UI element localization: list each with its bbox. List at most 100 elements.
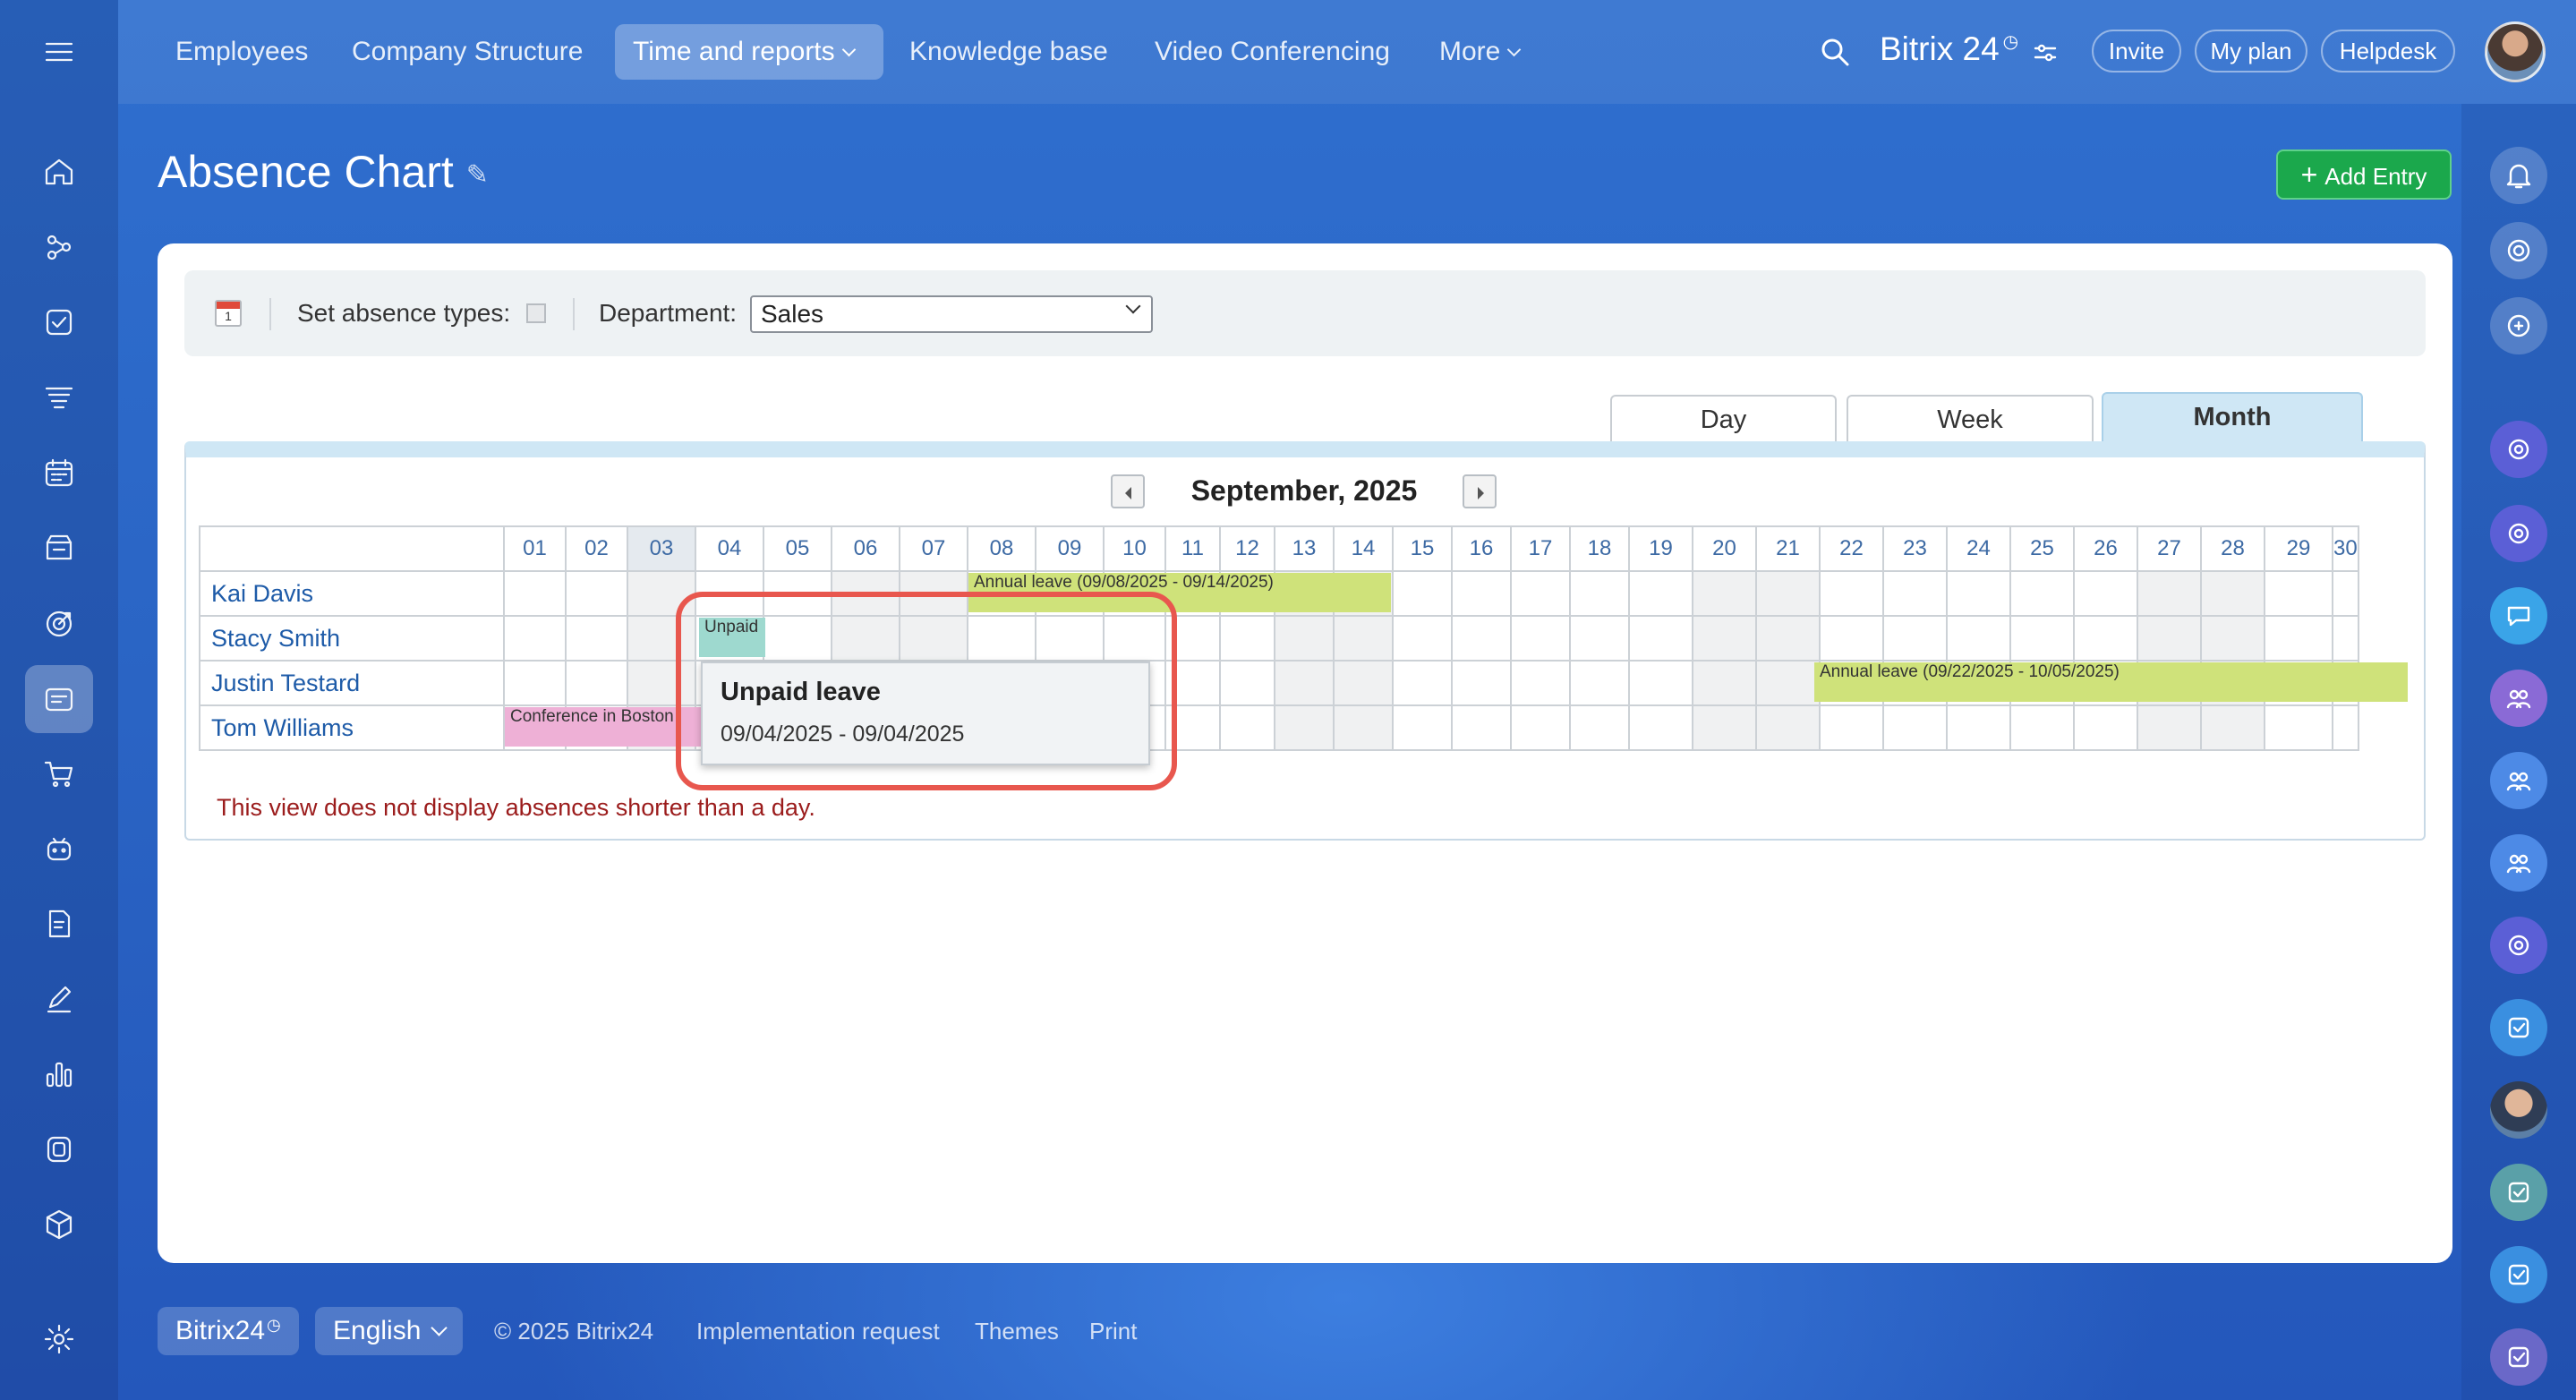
day-cell[interactable]: [1882, 615, 1948, 662]
day-cell[interactable]: [1569, 570, 1630, 617]
footer-print-link[interactable]: Print: [1089, 1318, 1137, 1345]
day-cell[interactable]: [1333, 660, 1394, 706]
copilot-icon[interactable]: [2490, 222, 2547, 279]
day-cell[interactable]: [2137, 704, 2202, 751]
day-cell[interactable]: [1569, 704, 1630, 751]
day-cell[interactable]: [1628, 704, 1693, 751]
day-cell[interactable]: [1692, 615, 1757, 662]
day-cell[interactable]: [2137, 615, 2202, 662]
day-cell[interactable]: [503, 570, 567, 617]
task-chat-icon[interactable]: [2490, 1328, 2547, 1386]
day-cell[interactable]: [1628, 615, 1693, 662]
department-select[interactable]: Sales: [750, 295, 1153, 333]
group-chat-icon[interactable]: [2490, 670, 2547, 727]
documents-icon[interactable]: [32, 897, 86, 951]
day-cell[interactable]: [2200, 615, 2265, 662]
day-cell[interactable]: [1392, 615, 1453, 662]
day-cell[interactable]: [1451, 615, 1512, 662]
invite-button[interactable]: Invite: [2092, 30, 2181, 73]
marketplace-icon[interactable]: [32, 1198, 86, 1251]
day-cell[interactable]: [1451, 660, 1512, 706]
day-cell[interactable]: [1569, 660, 1630, 706]
day-cell[interactable]: [1392, 570, 1453, 617]
day-cell[interactable]: [565, 660, 628, 706]
day-cell[interactable]: [2073, 615, 2138, 662]
group-chat-icon[interactable]: [2490, 834, 2547, 892]
settings-icon[interactable]: [32, 1312, 86, 1366]
day-cell[interactable]: [565, 570, 628, 617]
day-cell[interactable]: [2200, 704, 2265, 751]
footer-implementation-link[interactable]: Implementation request: [696, 1318, 940, 1345]
user-avatar[interactable]: [2490, 1081, 2547, 1139]
calendar-picker-icon[interactable]: 1: [215, 300, 242, 327]
day-cell[interactable]: [1274, 660, 1335, 706]
next-month-button[interactable]: [1463, 474, 1497, 508]
day-cell[interactable]: [2073, 570, 2138, 617]
day-cell[interactable]: [1692, 660, 1757, 706]
avatar[interactable]: [2485, 21, 2546, 82]
day-cell[interactable]: [1946, 704, 2011, 751]
notifications-icon[interactable]: [2490, 147, 2547, 204]
day-cell[interactable]: [1819, 704, 1884, 751]
day-cell[interactable]: [1392, 660, 1453, 706]
day-cell[interactable]: [1755, 704, 1821, 751]
absence-bar[interactable]: Conference in Boston: [505, 707, 701, 747]
day-cell[interactable]: [1333, 704, 1394, 751]
prev-month-button[interactable]: [1111, 474, 1145, 508]
contact-center-icon[interactable]: [32, 1123, 86, 1176]
time-reports-icon[interactable]: [25, 665, 93, 733]
my-plan-button[interactable]: My plan: [2195, 30, 2307, 73]
day-cell[interactable]: [1819, 615, 1884, 662]
day-cell[interactable]: [1219, 615, 1275, 662]
chat-copilot-icon[interactable]: [2490, 917, 2547, 974]
day-cell[interactable]: [1451, 704, 1512, 751]
day-cell[interactable]: [1510, 615, 1571, 662]
pin-icon[interactable]: ✎: [466, 160, 489, 190]
day-cell[interactable]: [2200, 570, 2265, 617]
shop-icon[interactable]: [32, 747, 86, 800]
day-cell[interactable]: [1882, 704, 1948, 751]
day-cell[interactable]: [1274, 615, 1335, 662]
day-cell[interactable]: [1946, 615, 2011, 662]
day-cell[interactable]: [503, 615, 567, 662]
task-chat-icon[interactable]: [2490, 1246, 2547, 1303]
day-cell[interactable]: [1755, 570, 1821, 617]
language-selector[interactable]: English: [315, 1307, 464, 1355]
day-cell[interactable]: [1755, 660, 1821, 706]
day-cell[interactable]: [1692, 704, 1757, 751]
tab-week[interactable]: Week: [1847, 395, 2094, 441]
day-cell[interactable]: [2264, 704, 2333, 751]
day-cell[interactable]: [1451, 570, 1512, 617]
day-cell[interactable]: [2332, 615, 2359, 662]
day-cell[interactable]: [1569, 615, 1630, 662]
day-cell[interactable]: [1628, 570, 1693, 617]
menu-icon[interactable]: [32, 25, 86, 79]
search-icon[interactable]: [1817, 34, 1853, 70]
brand-settings-icon[interactable]: [2032, 39, 2059, 66]
day-cell[interactable]: [1510, 704, 1571, 751]
day-cell[interactable]: [2264, 570, 2333, 617]
absence-bar[interactable]: Annual leave (09/22/2025 - 10/05/2025): [1814, 662, 2408, 702]
tasks-icon[interactable]: [32, 295, 86, 349]
day-cell[interactable]: [1946, 570, 2011, 617]
group-chat-icon[interactable]: [2490, 752, 2547, 809]
day-cell[interactable]: [1219, 704, 1275, 751]
search-chat-icon[interactable]: [2490, 297, 2547, 354]
goals-icon[interactable]: [32, 596, 86, 650]
day-cell[interactable]: [1692, 570, 1757, 617]
nav-more[interactable]: More: [1439, 24, 1522, 80]
sign-icon[interactable]: [32, 972, 86, 1026]
analytics-icon[interactable]: [32, 1047, 86, 1101]
day-cell[interactable]: [1819, 570, 1884, 617]
day-cell[interactable]: [2332, 570, 2359, 617]
day-cell[interactable]: [1882, 570, 1948, 617]
footer-themes-link[interactable]: Themes: [975, 1318, 1059, 1345]
day-cell[interactable]: [2073, 704, 2138, 751]
day-cell[interactable]: [1755, 615, 1821, 662]
task-chat-icon[interactable]: [2490, 1164, 2547, 1221]
helpdesk-button[interactable]: Helpdesk: [2321, 30, 2455, 73]
footer-brand-button[interactable]: Bitrix24 ◷: [158, 1307, 299, 1355]
nav-company-structure[interactable]: Company Structure: [352, 24, 583, 80]
day-cell[interactable]: [1274, 704, 1335, 751]
nav-knowledge-base[interactable]: Knowledge base: [909, 24, 1108, 80]
